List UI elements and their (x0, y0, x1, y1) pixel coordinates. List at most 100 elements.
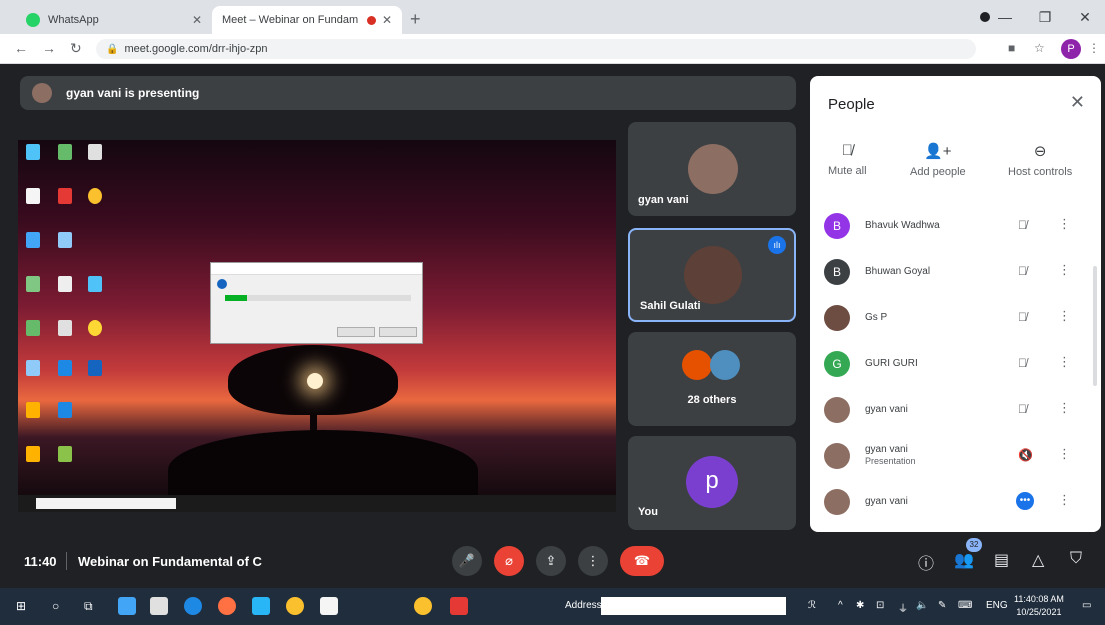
close-tab-icon[interactable]: ✕ (192, 13, 202, 27)
restore-icon[interactable]: ❐ (1025, 9, 1065, 26)
list-item[interactable]: B Bhavuk Wadhwa 🎙̸ ⋮ (810, 204, 1101, 250)
host-safety-icon[interactable]: ⛉ (1070, 550, 1082, 568)
back-icon[interactable]: ← (14, 40, 28, 56)
bookmark-star-icon[interactable]: ☆ (1034, 41, 1045, 55)
list-item[interactable]: Gs P 🎙̸ ⋮ (810, 296, 1101, 342)
volume-icon[interactable]: 🔈 (916, 600, 928, 611)
tab-whatsapp[interactable]: WhatsApp ✕ (16, 6, 212, 34)
keyboard-icon[interactable]: ⌨ (958, 600, 972, 611)
menu-kebab-icon[interactable]: ⋮ (1088, 41, 1100, 55)
new-tab-button[interactable]: + (410, 9, 421, 30)
list-item[interactable]: G GURI GURI 🎙̸ ⋮ (810, 342, 1101, 388)
add-people-button[interactable]: 👤+ Add people (910, 142, 966, 178)
participant-count-badge: 32 (966, 538, 982, 552)
notepad-icon[interactable] (320, 597, 338, 615)
tray-overflow-icon[interactable]: ^ (838, 600, 843, 611)
camera-off-button[interactable]: ⌀ (494, 546, 524, 576)
meeting-info-icon[interactable]: ⓘ (918, 550, 934, 574)
participant-avatar (824, 489, 850, 515)
list-item[interactable]: gyan vani Presentation 🔇 ⋮ (810, 434, 1101, 480)
whatsapp-icon (26, 13, 40, 27)
chrome-icon[interactable] (286, 597, 304, 615)
desktop-icon (58, 188, 72, 204)
participant-avatar: G (824, 351, 850, 377)
mute-all-button[interactable]: 🎙̸ Mute all (828, 142, 867, 177)
address-bar[interactable]: 🔒 meet.google.com/drr-ihjo-zpn (96, 39, 976, 59)
mic-off-icon: 🎙̸ (1018, 402, 1027, 416)
file-explorer-icon[interactable] (118, 597, 136, 615)
more-options-icon[interactable]: ⋮ (1058, 308, 1071, 324)
host-controls-label: Host controls (1008, 166, 1073, 178)
desktop-icon (26, 188, 40, 204)
tile-name: gyan vani (638, 194, 689, 206)
window-controls: — ❐ ✕ (985, 0, 1105, 34)
tile-presenter[interactable]: gyan vani (628, 122, 796, 216)
shared-search-box (36, 498, 176, 509)
notifications-icon[interactable]: ▭ (1082, 600, 1091, 611)
task-view-icon[interactable]: ⧉ (84, 599, 93, 614)
more-options-icon[interactable]: ⋮ (1058, 492, 1071, 508)
search-icon[interactable]: ○ (52, 599, 59, 613)
tile-others[interactable]: 28 others (628, 332, 796, 426)
activities-icon[interactable]: △ (1032, 550, 1044, 570)
address-toolbar-input[interactable] (601, 597, 786, 615)
mail-icon[interactable] (252, 597, 270, 615)
tab-meet[interactable]: Meet – Webinar on Fundam ✕ (212, 6, 402, 84)
profile-avatar[interactable]: P (1061, 39, 1081, 59)
tray-app-icon[interactable]: ✱ (856, 600, 864, 611)
language-indicator[interactable]: ENG (986, 600, 1008, 611)
list-item[interactable]: B Bhuwan Goyal 🎙̸ ⋮ (810, 250, 1101, 296)
minimize-icon[interactable]: — (985, 9, 1025, 25)
app-icon[interactable] (450, 597, 468, 615)
shared-taskbar (18, 495, 616, 512)
dialog-info-icon (217, 279, 227, 289)
leave-call-button[interactable]: ☎ (620, 546, 664, 576)
reload-icon[interactable]: ↻ (70, 40, 82, 57)
present-button[interactable]: ⇪ (536, 546, 566, 576)
participant-name: GURI GURI (865, 358, 918, 369)
panel-scrollbar[interactable] (1093, 266, 1097, 386)
close-tab-icon[interactable]: ✕ (382, 13, 392, 27)
more-options-button[interactable]: ⋮ (578, 546, 608, 576)
presenting-text: gyan vani is presenting (66, 86, 200, 100)
store-icon[interactable] (150, 597, 168, 615)
system-clock[interactable]: 11:40:08 AM 10/25/2021 (1014, 593, 1064, 619)
more-options-icon[interactable]: ⋮ (1058, 400, 1071, 416)
meeting-time: 11:40 (24, 554, 57, 569)
list-item[interactable]: gyan vani 🎙̸ ⋮ (810, 388, 1101, 434)
list-item[interactable]: gyan vani ••• ⋮ (810, 480, 1101, 526)
tile-name: You (638, 506, 658, 518)
firefox-icon[interactable] (218, 597, 236, 615)
chrome-active-icon[interactable] (414, 597, 432, 615)
more-options-icon[interactable]: ⋮ (1058, 446, 1071, 462)
edge-icon[interactable] (184, 597, 202, 615)
chat-icon[interactable]: ▤ (994, 550, 1009, 570)
usb-icon[interactable]: ⏚ (898, 600, 908, 615)
host-controls-button[interactable]: ⊖ Host controls (1008, 142, 1072, 178)
participant-name: Bhuwan Goyal (865, 266, 931, 277)
people-tray-icon[interactable]: ℛ (808, 600, 816, 611)
shared-screen (18, 140, 616, 512)
desktop-icon (88, 360, 102, 376)
participant-avatar (824, 305, 850, 331)
tile-active-speaker[interactable]: ılı Sahil Gulati (628, 228, 796, 322)
participant-name: gyan vani (865, 404, 908, 415)
close-icon[interactable]: ✕ (1070, 92, 1085, 113)
close-window-icon[interactable]: ✕ (1065, 9, 1105, 26)
more-options-icon[interactable]: ⋮ (1058, 262, 1071, 278)
windows-start-icon[interactable]: ⊞ (16, 599, 26, 613)
forward-icon[interactable]: → (42, 40, 56, 56)
more-options-icon[interactable]: ⋮ (1058, 216, 1071, 232)
mic-button[interactable]: 🎤 (452, 546, 482, 576)
audio-active-icon: ••• (1016, 492, 1034, 510)
desktop-icon (58, 360, 72, 376)
people-icon[interactable]: 👥 (954, 550, 974, 570)
desktop-icon (58, 232, 72, 248)
pen-icon[interactable]: ✎ (938, 600, 946, 611)
camera-indicator-icon[interactable]: ■ (1008, 41, 1015, 55)
tile-self[interactable]: p You (628, 436, 796, 530)
self-avatar: p (686, 456, 738, 508)
tile-name: Sahil Gulati (640, 300, 701, 312)
more-options-icon[interactable]: ⋮ (1058, 354, 1071, 370)
network-icon[interactable]: ⊡ (876, 600, 884, 611)
